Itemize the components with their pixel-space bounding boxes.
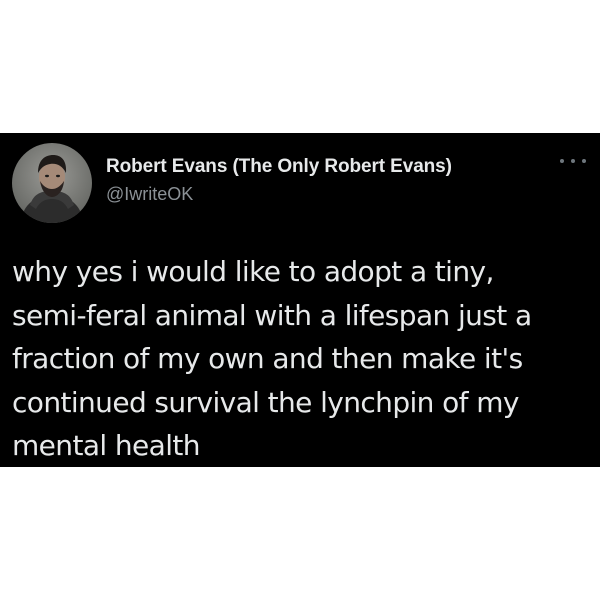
avatar[interactable] xyxy=(12,143,92,223)
more-options-icon[interactable] xyxy=(560,151,586,171)
tweet-text: why yes i would like to adopt a tiny, se… xyxy=(12,255,532,462)
avatar-photo-icon xyxy=(12,143,92,223)
page: Robert Evans (The Only Robert Evans) @Iw… xyxy=(0,0,600,600)
author-display-name[interactable]: Robert Evans (The Only Robert Evans) xyxy=(106,156,452,178)
dot xyxy=(582,159,586,163)
dot xyxy=(571,159,575,163)
dot xyxy=(560,159,564,163)
tweet-card: Robert Evans (The Only Robert Evans) @Iw… xyxy=(0,133,600,467)
author-handle[interactable]: @IwriteOK xyxy=(106,184,193,205)
